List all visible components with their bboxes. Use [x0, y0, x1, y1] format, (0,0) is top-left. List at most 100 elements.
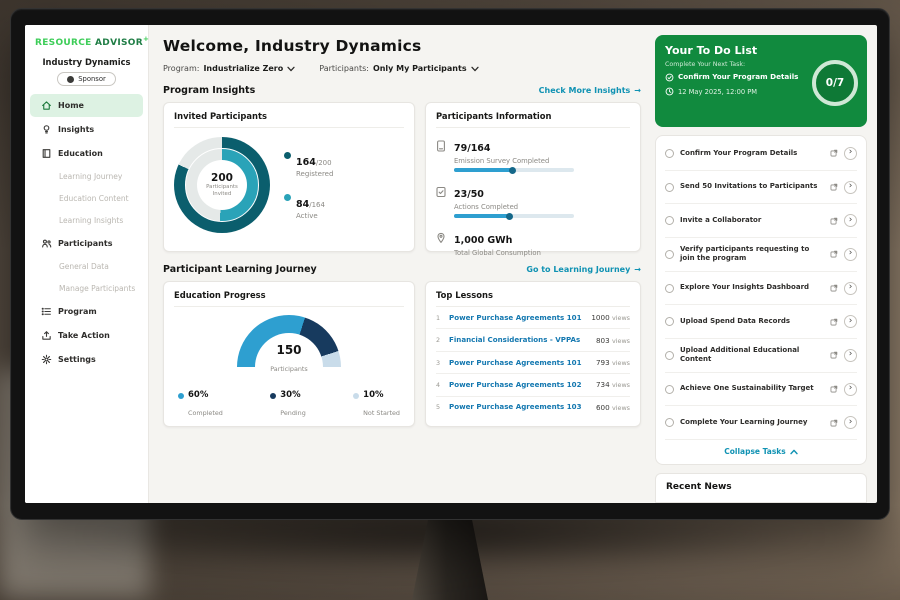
sidebar-item-participants[interactable]: Participants: [30, 232, 143, 255]
sidebar-item-manage-participants[interactable]: Manage Participants: [30, 278, 143, 299]
sidebar-item-general-data[interactable]: General Data: [30, 256, 143, 277]
clock-icon: [665, 87, 674, 96]
sidebar-item-education-content[interactable]: Education Content: [30, 188, 143, 209]
external-link-icon: [830, 318, 838, 326]
task-chevron-button[interactable]: ›: [844, 315, 857, 328]
education-progress-gauge-chart: 150 Participants: [237, 315, 341, 381]
legend-dot: [353, 393, 359, 399]
external-link-icon: [830, 183, 838, 191]
task-label: Send 50 Invitations to Participants: [680, 182, 824, 191]
task-checkbox[interactable]: [665, 183, 674, 192]
check-more-insights-link[interactable]: Check More Insights →: [539, 86, 641, 95]
program-filter-value: Industrialize Zero: [203, 64, 283, 73]
todo-task-row[interactable]: Achieve One Sustainability Target ›: [665, 373, 857, 407]
sidebar-item-label: Manage Participants: [59, 284, 135, 293]
lesson-row: 2 Financial Considerations - VPPAs 803 v…: [436, 329, 630, 351]
sidebar: RESOURCE ADVISOR+ Industry Dynamics Spon…: [25, 25, 149, 503]
org-name: Industry Dynamics: [25, 57, 148, 67]
task-checkbox[interactable]: [665, 216, 674, 225]
lesson-link[interactable]: Power Purchase Agreements 101: [449, 314, 585, 322]
todo-task-row[interactable]: Complete Your Learning Journey ›: [665, 406, 857, 440]
todo-task-row[interactable]: Upload Additional Educational Content ›: [665, 339, 857, 373]
checklist-icon: [436, 182, 447, 218]
program-filter-label: Program:: [163, 64, 199, 73]
donut-legend: 164/200 Registered 84/164 Active: [284, 150, 333, 220]
task-checkbox[interactable]: [665, 250, 674, 259]
task-label: Upload Spend Data Records: [680, 317, 824, 326]
lesson-row: 5 Power Purchase Agreements 103 600 view…: [436, 397, 630, 418]
task-chevron-button[interactable]: ›: [844, 383, 857, 396]
arrow-right-icon: →: [634, 86, 641, 95]
gauge-center-label: 150 Participants: [237, 344, 341, 375]
todo-title: Your To Do List: [665, 44, 857, 57]
lesson-link[interactable]: Power Purchase Agreements 101: [449, 359, 590, 367]
legend-pending: 30% Pending: [270, 391, 306, 419]
legend-dot: [284, 194, 291, 201]
invited-participants-donut-chart: 200 Participants Invited: [174, 137, 270, 233]
task-checkbox[interactable]: [665, 317, 674, 326]
task-checkbox[interactable]: [665, 351, 674, 360]
external-link-icon: [830, 217, 838, 225]
lesson-views: 1000 views: [591, 313, 630, 322]
lesson-link[interactable]: Power Purchase Agreements 103: [449, 403, 590, 411]
lesson-link[interactable]: Financial Considerations - VPPAs: [449, 336, 590, 344]
todo-task-row[interactable]: Verify participants requesting to join t…: [665, 238, 857, 272]
lesson-rank: 1: [436, 314, 443, 322]
sidebar-item-learning-journey[interactable]: Learning Journey: [30, 166, 143, 187]
participants-information-card: Participants Information 79/164 Emission…: [425, 102, 641, 252]
task-chevron-button[interactable]: ›: [844, 248, 857, 261]
top-lessons-list: 1 Power Purchase Agreements 101 1000 vie…: [436, 307, 630, 418]
lesson-rank: 4: [436, 381, 443, 389]
participants-filter[interactable]: Participants: Only My Participants: [319, 64, 478, 73]
survey-document-icon: [436, 136, 447, 172]
external-link-icon: [830, 351, 838, 359]
todo-progress-ring: 0/7: [812, 60, 858, 106]
task-checkbox[interactable]: [665, 149, 674, 158]
todo-task-row[interactable]: Explore Your Insights Dashboard ›: [665, 272, 857, 306]
sidebar-item-learning-insights[interactable]: Learning Insights: [30, 210, 143, 231]
sidebar-item-home[interactable]: Home: [30, 94, 143, 117]
task-chevron-button[interactable]: ›: [844, 349, 857, 362]
next-task[interactable]: Confirm Your Program Details: [665, 73, 807, 82]
filter-bar: Program: Industrialize Zero Participants…: [163, 64, 641, 73]
top-lessons-card: Top Lessons 1 Power Purchase Agreements …: [425, 281, 641, 427]
chevron-down-icon: [287, 66, 295, 72]
lightbulb-icon: [41, 124, 52, 135]
go-to-learning-journey-link[interactable]: Go to Learning Journey →: [526, 265, 641, 274]
task-chevron-button[interactable]: ›: [844, 416, 857, 429]
card-title: Participants Information: [436, 111, 630, 128]
sidebar-item-program[interactable]: Program: [30, 300, 143, 323]
task-chevron-button[interactable]: ›: [844, 181, 857, 194]
gauge-legend: 60% Completed 30% Pending: [174, 381, 404, 419]
program-filter[interactable]: Program: Industrialize Zero: [163, 64, 295, 73]
sidebar-item-education[interactable]: Education: [30, 142, 143, 165]
todo-task-row[interactable]: Send 50 Invitations to Participants ›: [665, 171, 857, 205]
collapse-tasks-button[interactable]: Collapse Tasks: [665, 440, 857, 463]
sponsor-badge[interactable]: Sponsor: [57, 72, 116, 86]
location-pin-icon: [436, 228, 447, 260]
main-content: Welcome, Industry Dynamics Program: Indu…: [149, 25, 653, 503]
task-checkbox[interactable]: [665, 418, 674, 427]
task-checkbox[interactable]: [665, 385, 674, 394]
todo-task-row[interactable]: Confirm Your Program Details ›: [665, 137, 857, 171]
invited-participants-card: Invited Participants 200 Participants In…: [163, 102, 415, 252]
sidebar-item-label: Take Action: [58, 331, 110, 340]
task-chevron-button[interactable]: ›: [844, 282, 857, 295]
sidebar-item-settings[interactable]: Settings: [30, 348, 143, 371]
page-title: Welcome, Industry Dynamics: [163, 37, 641, 55]
task-chevron-button[interactable]: ›: [844, 214, 857, 227]
todo-task-row[interactable]: Upload Spend Data Records ›: [665, 305, 857, 339]
task-chevron-button[interactable]: ›: [844, 147, 857, 160]
action-arrow-icon: [41, 330, 52, 341]
todo-task-row[interactable]: Invite a Collaborator ›: [665, 204, 857, 238]
people-icon: [41, 238, 52, 249]
sidebar-item-insights[interactable]: Insights: [30, 118, 143, 141]
sidebar-item-take-action[interactable]: Take Action: [30, 324, 143, 347]
photo-background: RESOURCE ADVISOR+ Industry Dynamics Spon…: [0, 0, 900, 600]
lesson-link[interactable]: Power Purchase Agreements 102: [449, 381, 590, 389]
lesson-rank: 5: [436, 403, 443, 411]
logo-resource: RESOURCE: [35, 38, 92, 48]
legend-registered: 164/200 Registered: [284, 150, 333, 178]
sidebar-item-label: Participants: [58, 239, 112, 248]
task-checkbox[interactable]: [665, 284, 674, 293]
